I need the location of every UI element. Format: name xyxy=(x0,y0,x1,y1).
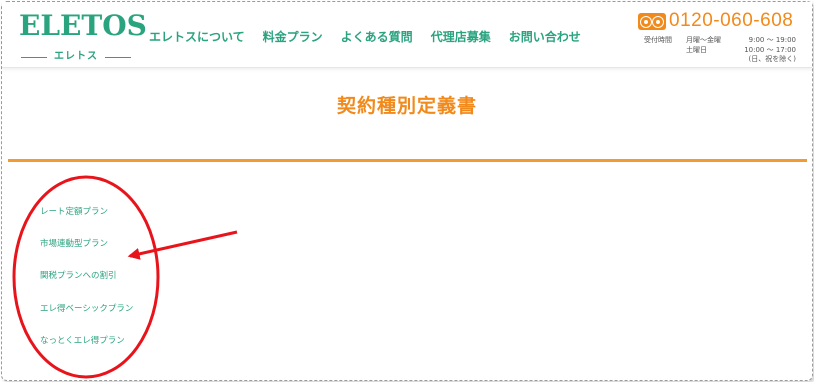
nav-item-agency[interactable]: 代理店募集 xyxy=(431,29,491,45)
free-dial-icon xyxy=(638,13,666,30)
hours-days: 月曜〜金曜 土曜日 xyxy=(686,36,721,55)
weekday-label: 月曜〜金曜 xyxy=(686,36,721,44)
contact-block: 0120-060-608 受付時間 月曜〜金曜 土曜日 9:00 〜 19:00… xyxy=(638,9,810,67)
hours-times: 9:00 〜 19:00 10:00 〜 17:00 (日、祝を除く) xyxy=(744,36,796,65)
saturday-hours: 10:00 〜 17:00 xyxy=(744,45,796,54)
page-title: 契約種別定義書 xyxy=(336,95,477,117)
saturday-label: 土曜日 xyxy=(686,45,707,54)
logo-rule-right xyxy=(105,57,131,58)
link-market-linked-plan[interactable]: 市場連動型プラン xyxy=(40,238,108,250)
link-nattoku-eletoku-plan[interactable]: なっとくエレ得プラン xyxy=(40,335,125,347)
link-tariff-plan-discount[interactable]: 関税プランへの割引 xyxy=(40,270,117,282)
nav-item-pricing[interactable]: 料金プラン xyxy=(263,29,323,45)
link-rate-fixed-plan[interactable]: レート定額プラン xyxy=(40,206,108,218)
nav-item-contact[interactable]: お問い合わせ xyxy=(509,29,581,45)
weekday-hours: 9:00 〜 19:00 xyxy=(748,36,796,44)
holiday-note: (日、祝を除く) xyxy=(748,55,796,63)
site-header: ELETOS エレトス エレトスについて 料金プラン よくある質問 代理店募集 … xyxy=(2,2,812,68)
hours-label: 受付時間 xyxy=(644,36,672,44)
phone-number[interactable]: 0120-060-608 xyxy=(669,9,793,33)
nav-item-about[interactable]: エレトスについて xyxy=(149,29,245,45)
title-divider xyxy=(8,159,807,162)
eletos-logo[interactable]: ELETOS エレトス xyxy=(19,9,147,63)
link-eletoku-basic-plan[interactable]: エレ得ベーシックプラン xyxy=(40,303,133,315)
nav-item-faq[interactable]: よくある質問 xyxy=(341,29,413,45)
logo-text: ELETOS xyxy=(19,9,147,42)
main-nav: エレトスについて 料金プラン よくある質問 代理店募集 お問い合わせ xyxy=(149,29,599,45)
